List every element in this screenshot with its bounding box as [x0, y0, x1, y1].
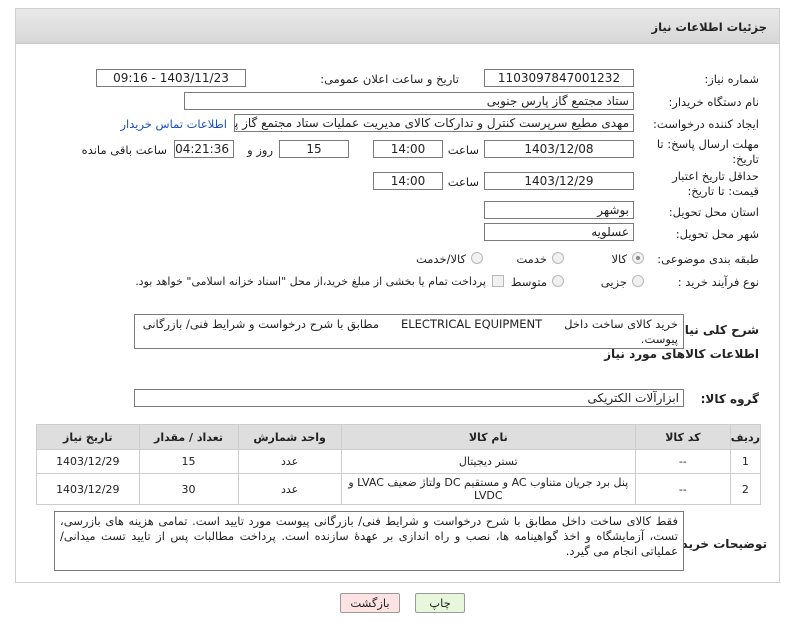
table-row: 1 -- تستر دیجیتال عدد 15 1403/12/29 — [36, 449, 762, 474]
buyer-contact-link[interactable]: اطلاعات تماس خریدار — [120, 117, 227, 131]
panel-header: جزئیات اطلاعات نیاز — [16, 9, 779, 44]
treasury-payment-note: پرداخت تمام یا بخشی از مبلغ خرید،از محل … — [135, 275, 486, 288]
summary-box: خرید کالای ساخت داخل ELECTRICAL EQUIPMEN… — [134, 314, 684, 349]
cell-unit: عدد — [237, 449, 342, 474]
goods-section-title: اطلاعات کالاهای مورد نیاز — [604, 347, 759, 361]
price-validity-time-field: 14:00 — [373, 172, 443, 190]
category-radio-service[interactable] — [552, 252, 564, 264]
buyer-notes-box: فقط کالای ساخت داخل مطابق با شرح درخواست… — [54, 511, 684, 571]
col-unit: واحد شمارش — [237, 424, 342, 450]
goods-table: ردیف کد کالا نام کالا واحد شمارش تعداد /… — [36, 424, 762, 505]
days-field: 15 — [279, 140, 349, 158]
category-option-service: خدمت — [516, 252, 547, 266]
col-row: ردیف — [729, 424, 762, 450]
col-code: کد کالا — [634, 424, 731, 450]
process-option-medium: متوسط — [510, 275, 547, 289]
table-row: 2 -- پنل برد جریان متناوب AC و مستقیم DC… — [36, 473, 762, 505]
category-radio-goods-service[interactable] — [471, 252, 483, 264]
buyer-org-field: ستاد مجتمع گاز پارس جنوبی — [184, 92, 634, 110]
deadline-label: مهلت ارسال پاسخ: تا تاریخ: — [656, 137, 759, 166]
province-label: استان محل تحویل: — [668, 205, 759, 219]
deadline-time-label: ساعت — [447, 143, 479, 157]
remaining-label: ساعت باقی مانده — [81, 143, 167, 157]
remaining-time-field: 04:21:36 — [174, 140, 234, 158]
announce-field: 1403/11/23 - 09:16 — [96, 69, 246, 87]
cell-code: -- — [634, 449, 731, 474]
cell-name: پنل برد جریان متناوب AC و مستقیم DC ولتا… — [340, 473, 636, 505]
deadline-date-field: 1403/12/08 — [484, 140, 634, 158]
category-radio-goods[interactable] — [632, 252, 644, 264]
summary-label: شرح کلی نیاز: — [673, 323, 759, 337]
col-name: نام کالا — [340, 424, 636, 450]
category-label: طبقه بندی موضوعی: — [657, 252, 759, 266]
summary-text-a: خرید کالای ساخت داخل — [564, 317, 678, 331]
col-quantity: تعداد / مقدار — [138, 424, 239, 450]
treasury-payment-checkbox[interactable] — [492, 275, 504, 287]
city-label: شهر محل تحویل: — [675, 227, 759, 241]
process-radio-medium[interactable] — [552, 275, 564, 287]
summary-text-b: ELECTRICAL EQUIPMENT — [400, 317, 543, 331]
need-number-field: 1103097847001232 — [484, 69, 634, 87]
cell-quantity: 15 — [138, 449, 239, 474]
cell-quantity: 30 — [138, 473, 239, 505]
need-number-label: شماره نیاز: — [704, 72, 759, 86]
cell-unit: عدد — [237, 473, 342, 505]
panel-title: جزئیات اطلاعات نیاز — [651, 20, 767, 34]
col-need-date: تاریخ نیاز — [36, 424, 140, 450]
goods-table-header: ردیف کد کالا نام کالا واحد شمارش تعداد /… — [36, 424, 762, 450]
price-validity-time-label: ساعت — [447, 175, 479, 189]
category-option-goods-service: کالا/خدمت — [415, 252, 466, 266]
deadline-time-field: 14:00 — [373, 140, 443, 158]
process-option-minor: جزیی — [600, 275, 627, 289]
back-button[interactable]: بازگشت — [340, 593, 400, 613]
goods-group-field: ابزارآلات الکتریکی — [134, 389, 684, 407]
cell-row: 1 — [729, 449, 762, 474]
announce-label: تاریخ و ساعت اعلان عمومی: — [320, 72, 459, 86]
need-details-panel: جزئیات اطلاعات نیاز شماره نیاز: 11030978… — [15, 8, 780, 583]
cell-code: -- — [634, 473, 731, 505]
cell-name: تستر دیجیتال — [340, 449, 636, 474]
category-option-goods: کالا — [611, 252, 627, 266]
goods-group-label: گروه کالا: — [700, 392, 759, 406]
process-label: نوع فرآیند خرید : — [677, 275, 759, 289]
process-radio-minor[interactable] — [632, 275, 644, 287]
days-label: روز و — [247, 143, 273, 157]
province-field: بوشهر — [484, 201, 634, 219]
cell-need-date: 1403/12/29 — [36, 473, 140, 505]
price-validity-date-field: 1403/12/29 — [484, 172, 634, 190]
creator-label: ایجاد کننده درخواست: — [653, 117, 759, 131]
print-button[interactable]: چاپ — [415, 593, 465, 613]
city-field: عسلویه — [484, 223, 634, 241]
cell-need-date: 1403/12/29 — [36, 449, 140, 474]
cell-row: 2 — [729, 473, 762, 505]
creator-field: مهدی مطیع سرپرست کنترل و تدارکات کالای م… — [234, 114, 634, 132]
price-validity-label: حداقل تاریخ اعتبار قیمت: تا تاریخ: — [672, 169, 759, 198]
buyer-org-label: نام دستگاه خریدار: — [668, 95, 759, 109]
